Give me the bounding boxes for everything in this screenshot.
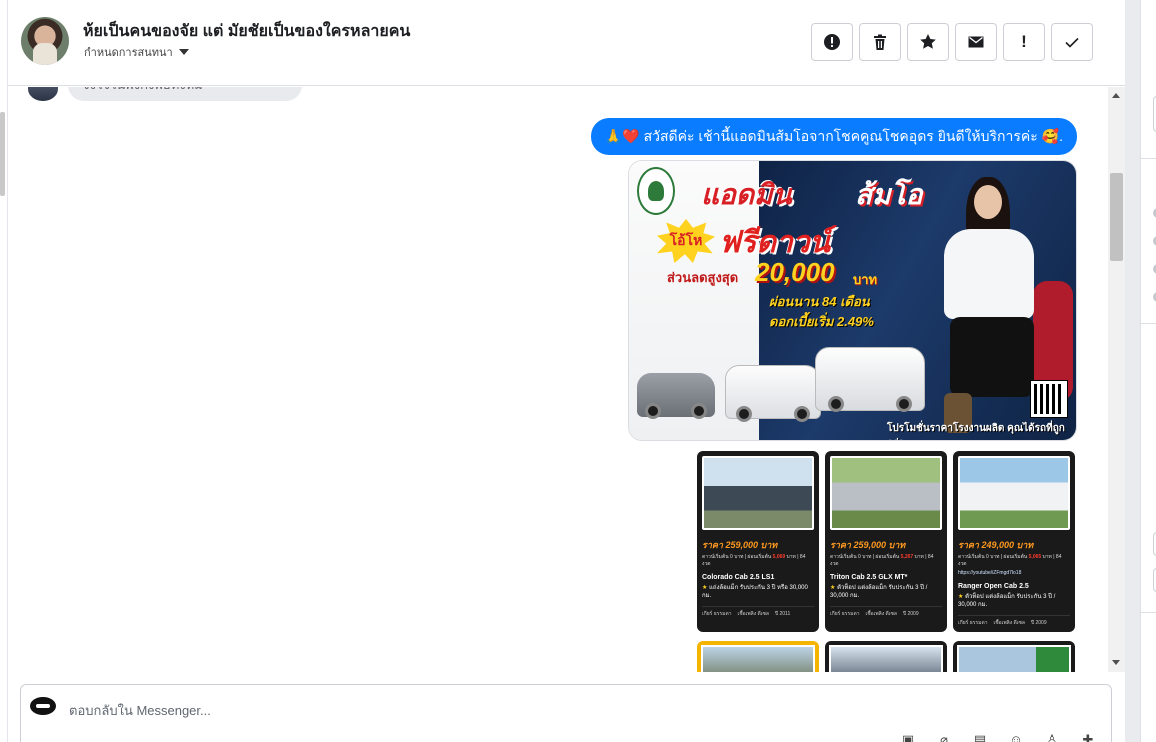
gif-icon[interactable]: ▤ bbox=[969, 733, 991, 742]
contact-info-panel bbox=[1140, 0, 1156, 742]
message-thread[interactable]: จิงใจในพิงกิงพิธีทั้งหม 🙏❤️ สวัสดีค่ะ เช… bbox=[8, 87, 1125, 672]
envelope-icon bbox=[968, 36, 984, 48]
incoming-message[interactable]: จิงใจในพิงกิงพิธีทั้งหม bbox=[68, 87, 302, 101]
conversation-pane: ห้ยเป็นคนของจัย แต่ มัยชัยเป็นของใครหลาย… bbox=[8, 0, 1125, 742]
panel-divider bbox=[1125, 0, 1140, 742]
car-meta: เกียร์ ธรรมดา เชื้อเพลิง ดีเซล ปี 2009 bbox=[958, 615, 1070, 627]
qr-code bbox=[1030, 380, 1068, 418]
messenger-inbox: ห้ยเป็นคนของจัย แต่ มัยชัยเป็นของใครหลาย… bbox=[0, 0, 1156, 742]
car-model: Triton Cab 2.5 GLX MT* bbox=[830, 574, 908, 581]
star-icon bbox=[920, 34, 936, 49]
car-photo-sedan bbox=[637, 373, 715, 419]
car-photo bbox=[702, 456, 814, 530]
outgoing-message[interactable]: 🙏❤️ สวัสดีค่ะ เช้านี้แอดมินส้มโอจากโชคคู… bbox=[590, 118, 1077, 155]
done-button[interactable] bbox=[1051, 23, 1093, 61]
report-button[interactable] bbox=[811, 23, 853, 61]
car-video-link[interactable]: https://youtube/iZFmgd7lo18 bbox=[958, 570, 1070, 577]
star-button[interactable] bbox=[907, 23, 949, 61]
exclamation-icon: ! bbox=[1021, 32, 1027, 51]
promo-headline-name: ส้มโอ bbox=[855, 179, 923, 210]
car-finance: ดาวน์เริ่มต้น 0 บาท | ผ่อนเริ่มต้น 5,069… bbox=[702, 554, 806, 567]
promo-headline-admin: แอดมิน bbox=[701, 179, 792, 210]
car-card[interactable] bbox=[953, 641, 1075, 672]
car-finance: ดาวน์เริ่มต้น 0 บาท | ผ่อนเริ่มต้น 5,065… bbox=[958, 554, 1062, 567]
promo-installment: ผ่อนนาน 84 เดือน bbox=[769, 294, 870, 309]
promo-footer: โปรโมชั่นราคาโรงงานผลิต คุณได้รถที่ถูกกว… bbox=[887, 423, 1065, 440]
caret-down-icon bbox=[178, 49, 189, 55]
car-price: ราคา 249,000 บาท bbox=[958, 540, 1034, 550]
car-warranty: ★ แถ่งล้อแม็ก รับประกัน 3 ปี หรือ 30,000… bbox=[702, 585, 808, 599]
sender-avatar[interactable] bbox=[28, 87, 58, 101]
dealer-logo bbox=[637, 167, 675, 215]
car-finance: ดาวน์เริ่มต้น 0 บาท | ผ่อนเริ่มต้น 5,267… bbox=[830, 554, 934, 567]
thumbs-up-icon[interactable]: ✚ bbox=[1077, 733, 1099, 742]
star-icon: ★ bbox=[958, 594, 964, 600]
priority-button[interactable]: ! bbox=[1003, 23, 1045, 61]
conversation-label-dropdown[interactable]: กำหนดการสนทนา bbox=[84, 43, 189, 61]
composer-tools: ▣ ⌀ ▤ ☺ ♙ ✚ bbox=[897, 733, 1099, 742]
reply-input[interactable]: ตอบกลับใน Messenger... bbox=[69, 700, 211, 721]
car-listing-images-row-2 bbox=[697, 641, 1075, 672]
car-photo-pickup-white bbox=[725, 365, 821, 422]
promo-discount-amount: 20,000 bbox=[755, 257, 835, 287]
car-card[interactable]: ราคา 259,000 บาท ดาวน์เริ่มต้น 0 บาท | ผ… bbox=[697, 451, 819, 632]
star-icon: ★ bbox=[830, 585, 836, 591]
car-price: ราคา 259,000 บาท bbox=[702, 540, 778, 550]
panel-separator bbox=[1141, 612, 1156, 613]
message-composer[interactable]: ตอบกลับใน Messenger... ▣ ⌀ ▤ ☺ ♙ ✚ bbox=[20, 684, 1112, 742]
promo-image-attachment[interactable]: แอดมิน ส้มโอ โอ้โห ฟรีดาวน์ ส่วนลดสูงสุด… bbox=[628, 160, 1077, 441]
left-scrollbar-thumb[interactable] bbox=[0, 112, 5, 196]
delete-button[interactable] bbox=[859, 23, 901, 61]
thread-scrollbar-thumb[interactable] bbox=[1110, 173, 1123, 261]
car-price: ราคา 259,000 บาท bbox=[830, 540, 906, 550]
car-warranty: ★ ตัวท็อป แต่งล้อแม็ก รับประกัน 3 ปี / 3… bbox=[830, 585, 928, 599]
emoji-icon[interactable]: ☺ bbox=[1005, 733, 1027, 742]
page-avatar bbox=[30, 697, 56, 715]
panel-separator bbox=[1141, 158, 1156, 159]
conversation-toolbar: ! bbox=[811, 23, 1093, 61]
car-card[interactable] bbox=[825, 641, 947, 672]
conversation-title: ห้ยเป็นคนของจัย แต่ มัยชัยเป็นของใครหลาย… bbox=[83, 23, 411, 40]
attach-icon[interactable]: ⌀ bbox=[933, 733, 955, 742]
exclamation-circle-icon bbox=[824, 34, 840, 50]
promo-discount-unit: บาท bbox=[853, 272, 878, 287]
car-card[interactable] bbox=[697, 641, 819, 672]
car-meta: เกียร์ ธรรมดา เชื้อเพลิง ดีเซล ปี 2009 bbox=[830, 606, 942, 618]
car-card[interactable]: ราคา 259,000 บาท ดาวน์เริ่มต้น 0 บาท | ผ… bbox=[825, 451, 947, 632]
promo-discount-label: ส่วนลดสูงสุด bbox=[667, 270, 739, 285]
left-scroll-strip bbox=[0, 0, 8, 742]
car-photo-pickup-cage bbox=[815, 347, 925, 412]
thread-scrollbar[interactable] bbox=[1108, 87, 1125, 672]
conversation-subtitle: กำหนดการสนทนา bbox=[84, 47, 173, 59]
car-photo bbox=[958, 456, 1070, 530]
like-icon[interactable]: ♙ bbox=[1041, 733, 1063, 742]
car-model: Ranger Open Cab 2.5 bbox=[958, 583, 1029, 590]
car-listing-images: ราคา 259,000 บาท ดาวน์เริ่มต้น 0 บาท | ผ… bbox=[697, 451, 1075, 632]
car-meta: เกียร์ ธรรมดา เชื้อเพลิง ดีเซล ปี 2011 bbox=[702, 606, 814, 618]
check-icon bbox=[1065, 37, 1079, 48]
sticker-icon[interactable]: ▣ bbox=[897, 733, 919, 742]
contact-avatar[interactable] bbox=[21, 17, 69, 65]
car-card[interactable]: ราคา 249,000 บาท ดาวน์เริ่มต้น 0 บาท | ผ… bbox=[953, 451, 1075, 632]
panel-separator bbox=[1141, 323, 1156, 324]
car-photo bbox=[829, 645, 943, 672]
star-icon: ★ bbox=[702, 585, 708, 591]
mark-unread-button[interactable] bbox=[955, 23, 997, 61]
promo-burst-label: โอ้โห bbox=[669, 232, 703, 248]
conversation-header: ห้ยเป็นคนของจัย แต่ มัยชัยเป็นของใครหลาย… bbox=[8, 0, 1125, 86]
car-photo bbox=[957, 645, 1071, 672]
promo-interest: ดอกเบี้ยเริ่ม 2.49% bbox=[769, 314, 874, 329]
car-photo bbox=[701, 645, 815, 672]
scroll-up-icon[interactable] bbox=[1112, 93, 1120, 98]
car-photo bbox=[830, 456, 942, 530]
scroll-down-icon[interactable] bbox=[1112, 660, 1120, 665]
trash-icon bbox=[874, 34, 886, 50]
car-model: Colorado Cab 2.5 LS1 bbox=[702, 574, 775, 581]
car-warranty: ★ ตัวท็อป แต่งล้อแม็ก รับประกัน 3 ปี / 3… bbox=[958, 594, 1056, 608]
